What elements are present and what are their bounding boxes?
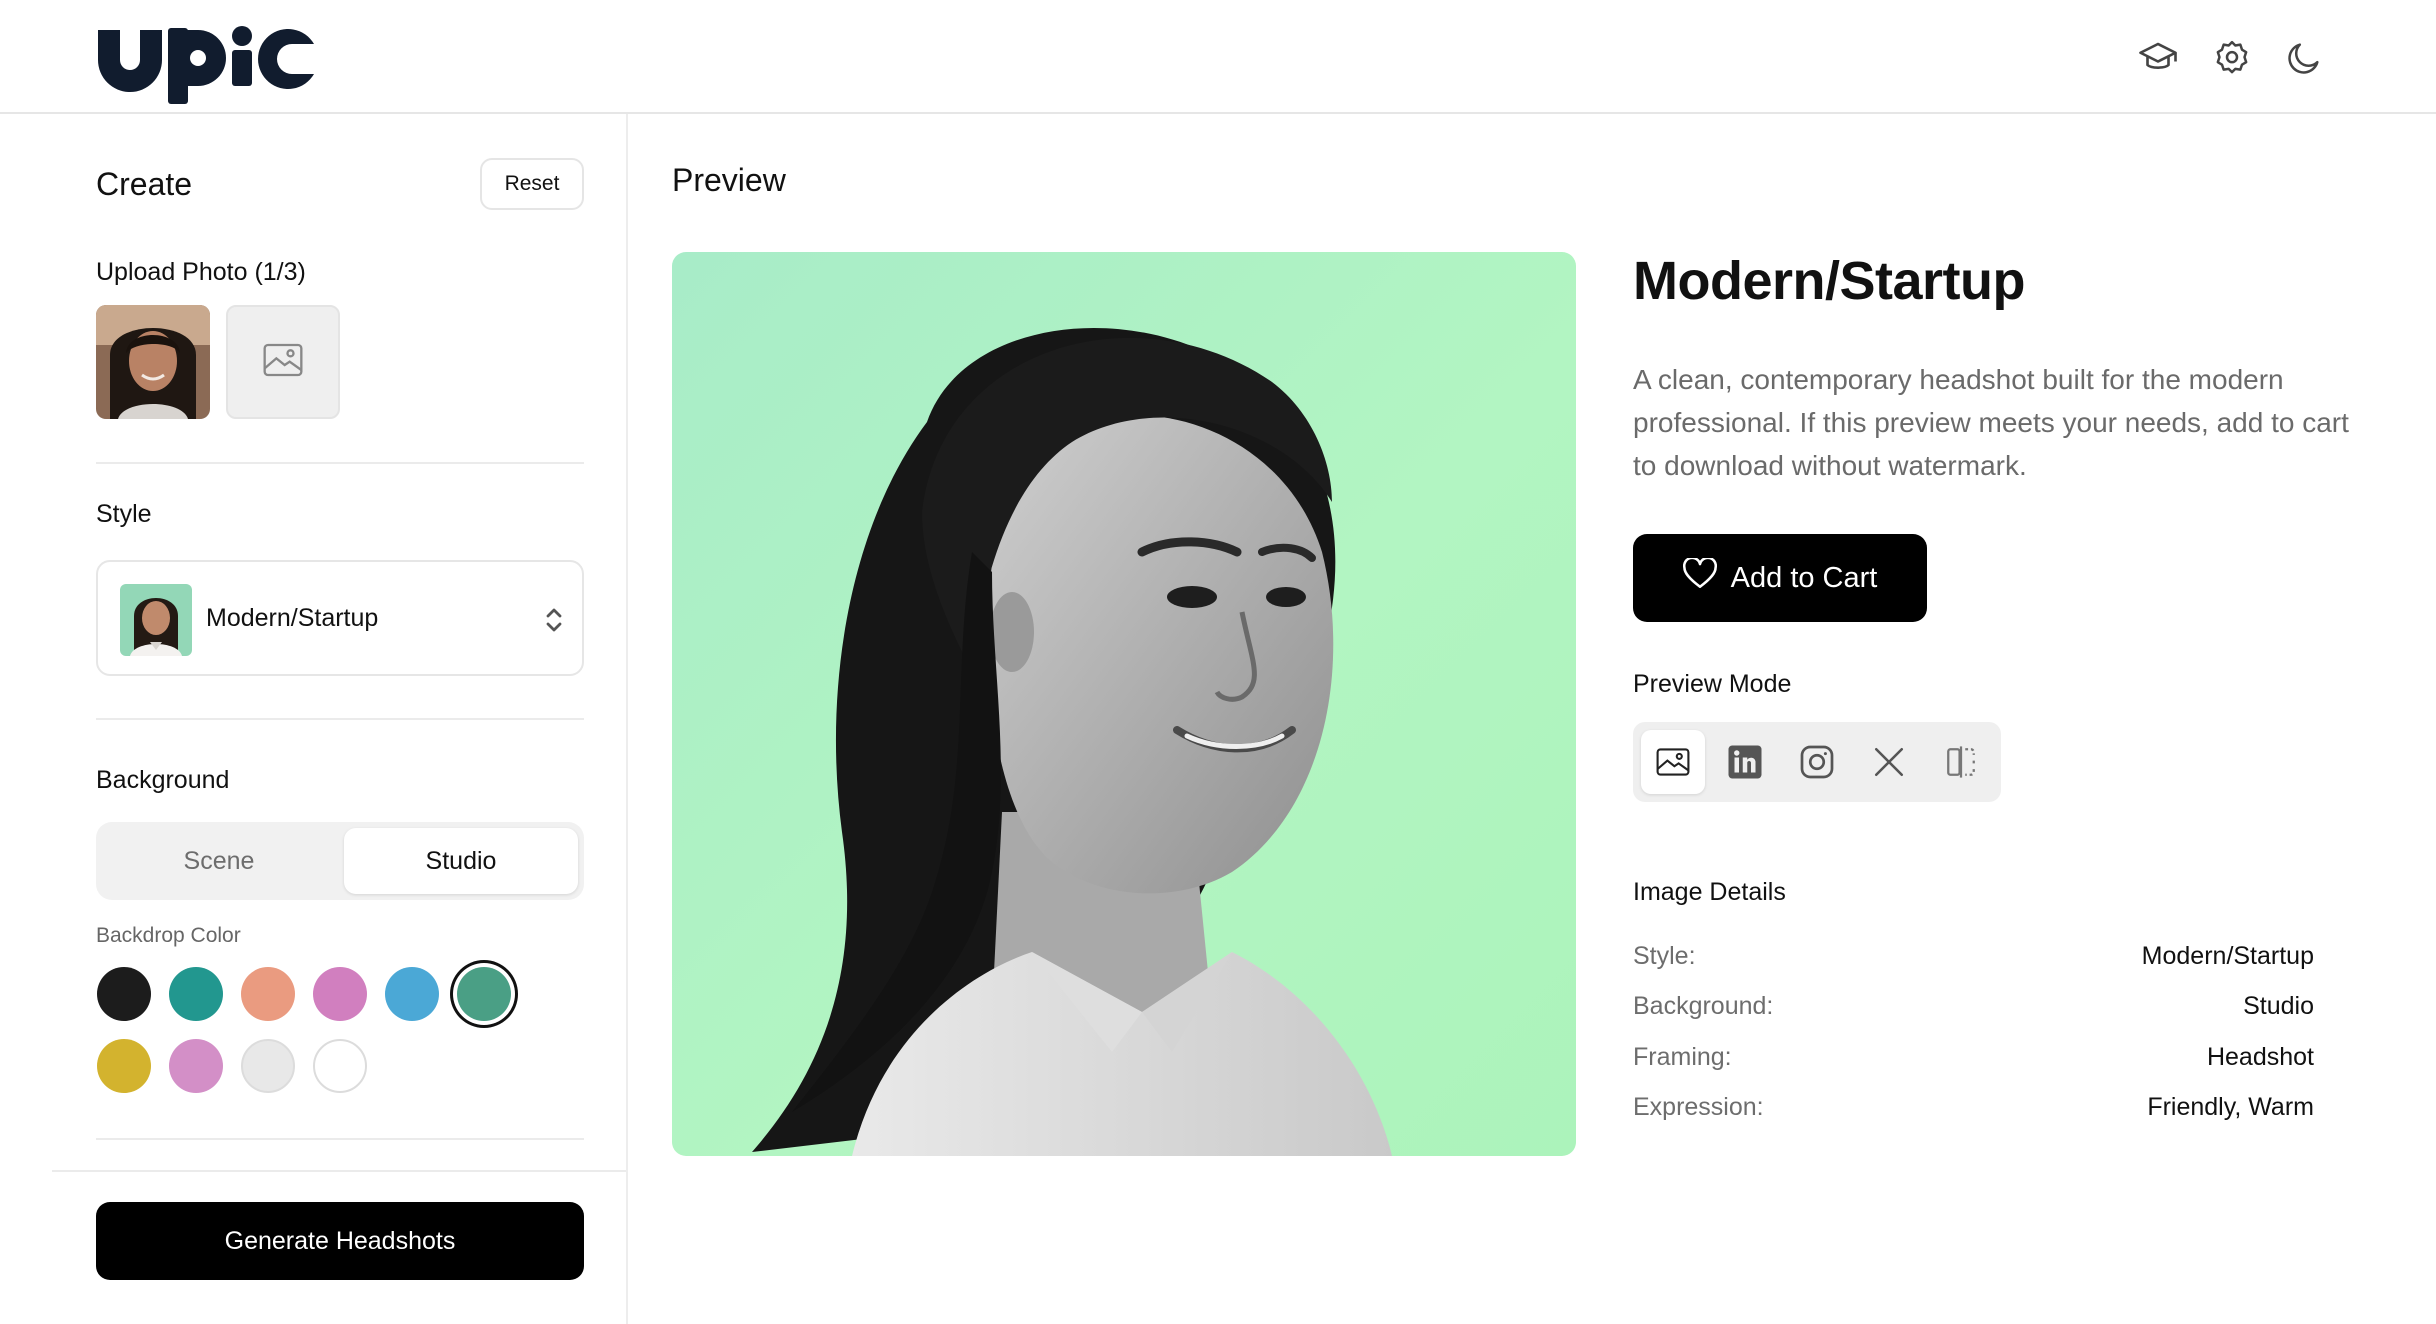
background-type-toggle: Scene Studio: [96, 822, 584, 900]
top-header: [0, 0, 2436, 114]
detail-expression-key: Expression:: [1633, 1093, 1764, 1121]
backdrop-color-swatch[interactable]: [313, 967, 367, 1021]
backdrop-color-swatch[interactable]: [313, 1039, 367, 1093]
style-select-value: Modern/Startup: [206, 604, 379, 632]
settings-gear-icon[interactable]: [2208, 34, 2256, 82]
image-placeholder-icon: [263, 343, 303, 382]
background-label: Background: [96, 766, 230, 794]
heart-icon: [1682, 556, 1717, 598]
backdrop-color-swatch[interactable]: [241, 1039, 295, 1093]
image-details-title: Image Details: [1633, 878, 1786, 906]
backdrop-color-swatch[interactable]: [241, 967, 295, 1021]
preview-mode-selector: [1633, 722, 2001, 802]
add-to-cart-button[interactable]: Add to Cart: [1633, 534, 1927, 622]
tab-studio[interactable]: Studio: [344, 828, 578, 894]
add-to-cart-label: Add to Cart: [1730, 561, 1878, 594]
linkedin-icon[interactable]: [1713, 730, 1777, 794]
generate-headshots-button[interactable]: Generate Headshots: [96, 1202, 584, 1280]
preview-title: Preview: [672, 162, 786, 198]
uploaded-photo-thumbnail[interactable]: [96, 305, 210, 419]
detail-background-value: Studio: [2243, 992, 2314, 1020]
compare-icon[interactable]: [1929, 730, 1993, 794]
section-divider: [96, 462, 584, 464]
detail-background-key: Background:: [1633, 992, 1774, 1020]
style-select[interactable]: Modern/Startup: [96, 560, 584, 676]
detail-framing-key: Framing:: [1633, 1043, 1732, 1071]
style-heading: Modern/Startup: [1633, 251, 2026, 311]
style-description: A clean, contemporary headshot built for…: [1633, 364, 2349, 481]
instagram-icon[interactable]: [1785, 730, 1849, 794]
backdrop-color-label: Backdrop Color: [96, 924, 241, 947]
x-icon[interactable]: [1857, 730, 1921, 794]
add-photo-slot[interactable]: [226, 305, 340, 419]
tab-scene[interactable]: Scene: [102, 828, 336, 894]
backdrop-color-swatch[interactable]: [169, 1039, 223, 1093]
graduation-cap-icon[interactable]: [2134, 34, 2182, 82]
backdrop-color-swatch[interactable]: [457, 967, 511, 1021]
image-icon[interactable]: [1641, 730, 1705, 794]
detail-style-value: Modern/Startup: [2141, 942, 2314, 970]
footer-divider: [52, 1170, 626, 1172]
style-label: Style: [96, 500, 152, 528]
detail-framing-value: Headshot: [2206, 1043, 2314, 1071]
detail-expression-value: Friendly, Warm: [2147, 1093, 2314, 1121]
backdrop-color-swatch[interactable]: [97, 967, 151, 1021]
moon-icon[interactable]: [2280, 34, 2328, 82]
detail-style-key: Style:: [1633, 942, 1696, 970]
headshot-preview-image: [672, 252, 1576, 1156]
section-divider: [96, 1138, 584, 1140]
preview-mode-label: Preview Mode: [1633, 670, 1792, 698]
backdrop-color-swatch[interactable]: [169, 967, 223, 1021]
create-title: Create: [96, 166, 193, 202]
upload-photo-label: Upload Photo (1/3): [96, 258, 306, 286]
style-thumbnail: [120, 584, 192, 656]
upic-logo[interactable]: [96, 22, 316, 104]
chevron-up-down-icon: [542, 602, 566, 643]
reset-button[interactable]: Reset: [480, 158, 584, 210]
backdrop-color-swatch[interactable]: [97, 1039, 151, 1093]
backdrop-color-swatch[interactable]: [385, 967, 439, 1021]
section-divider: [96, 718, 584, 720]
